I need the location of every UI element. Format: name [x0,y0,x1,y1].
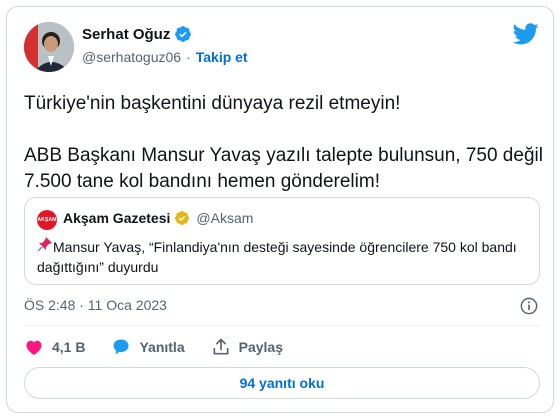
quoted-tweet[interactable]: AKŞAM Akşam Gazetesi @Aksam Mansur Yavaş… [24,197,540,285]
twitter-bird-icon[interactable] [513,23,539,45]
action-bar: 4,1 B Yanıtla Paylaş [24,335,309,359]
share-label: Paylaş [238,339,283,355]
separator-dot: · [186,49,191,65]
tweet-line-1: Türkiye'nin başkentini dünyaya rezil etm… [24,93,401,114]
gold-verified-icon [175,211,190,225]
tweet-card: Serhat Oğuz @serhatoguz06 · Takip et Tür… [6,6,554,413]
tweet-line-2: ABB Başkanı Mansur Yavaş yazılı talepte … [24,145,543,192]
quoted-text: Mansur Yavaş, “Finlandiya'nın desteği sa… [37,236,527,277]
share-button[interactable]: Paylaş [211,337,283,357]
author-handle-row: @serhatoguz06 · Takip et [82,49,248,65]
author-handle[interactable]: @serhatoguz06 [82,49,181,65]
reply-button[interactable]: Yanıtla [111,337,185,357]
pin-icon [37,237,52,252]
tweet-text: Türkiye'nin başkentini dünyaya rezil etm… [24,91,544,195]
reply-bubble-icon [113,339,129,355]
quoted-avatar: AKŞAM [37,210,57,230]
info-icon[interactable] [520,297,538,315]
quoted-avatar-text: AKŞAM [37,217,57,223]
heart-icon [26,340,42,355]
like-count: 4,1 B [52,339,86,355]
read-replies-button[interactable]: 94 yanıtı oku [24,367,540,399]
quoted-header: Akşam Gazetesi @Aksam [63,210,253,226]
author-avatar[interactable] [24,22,74,72]
like-button[interactable]: 4,1 B [24,337,85,357]
reply-label: Yanıtla [139,339,185,355]
tweet-timestamp[interactable]: ÖS 2:48 · 11 Oca 2023 [24,297,167,313]
quoted-text-body: Mansur Yavaş, “Finlandiya'nın desteği sa… [37,239,517,275]
author-name-text: Serhat Oğuz [82,25,171,43]
author-name[interactable]: Serhat Oğuz [82,25,192,43]
follow-link[interactable]: Takip et [196,49,248,65]
divider [24,325,540,326]
share-icon [213,338,229,355]
quoted-handle: @Aksam [196,210,254,226]
quoted-author-name: Akşam Gazetesi [63,210,171,226]
verified-badge-icon [175,26,192,42]
